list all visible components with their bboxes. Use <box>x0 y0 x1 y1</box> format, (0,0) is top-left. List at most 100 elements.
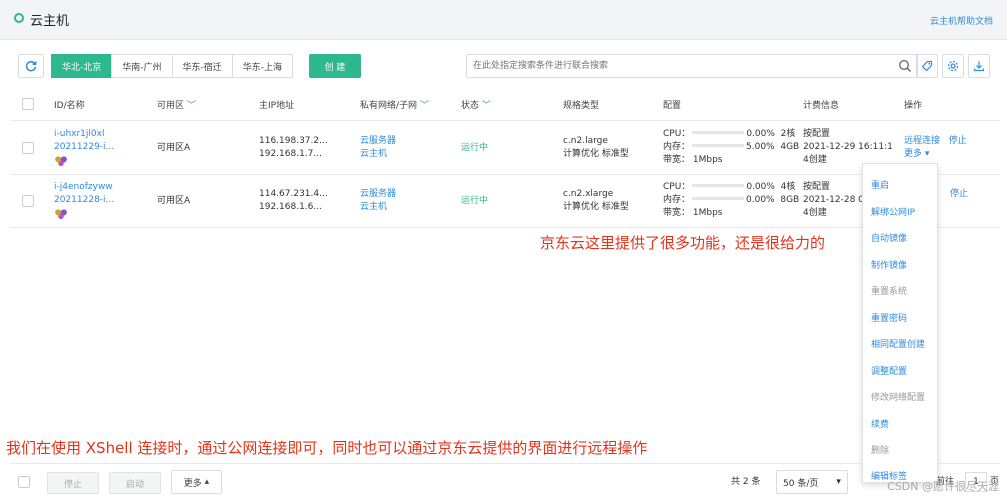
column-id-name: ID/名称 <box>54 101 85 111</box>
page-size-select[interactable]: 50 条/页 ▾ <box>776 470 848 494</box>
region-tab-guangzhou[interactable]: 华南-广州 <box>111 54 173 78</box>
settings-button[interactable] <box>942 54 964 78</box>
table-row: i-uhxr1jl0xl 20211229-i... 可用区A 116.198.… <box>10 122 1000 175</box>
create-button[interactable]: 创 建 <box>309 54 361 78</box>
zone-cell: 可用区A <box>157 143 191 153</box>
public-ip: 114.67.231.4... <box>259 189 328 199</box>
menu-item-create-image[interactable]: 制作镜像 <box>871 258 907 271</box>
filter-chevron-icon: ﹀ <box>419 101 429 111</box>
tag-button[interactable] <box>916 54 938 78</box>
search-input[interactable] <box>467 55 887 77</box>
search-icon[interactable] <box>898 59 912 73</box>
bulk-start-button[interactable]: 启动 <box>109 472 161 494</box>
instance-name-link[interactable]: 20211229-i... <box>54 141 114 154</box>
filter-chevron-icon: ﹀ <box>481 101 491 111</box>
tag-badge-icon <box>54 155 68 166</box>
tag-badge-icon <box>54 208 68 219</box>
download-icon <box>973 61 985 72</box>
download-button[interactable] <box>968 54 990 78</box>
watermark: CSDN @愿许很尽天涯 <box>887 480 999 493</box>
private-ip: 192.168.1.7... <box>259 149 322 159</box>
region-tabs: 华北-北京 华南-广州 华东-宿迁 华东-上海 <box>51 54 293 78</box>
column-zone[interactable]: 可用区 ﹀ <box>157 98 196 111</box>
instance-id-link[interactable]: i-uhxr1jl0xl <box>54 128 114 141</box>
table-row: i-j4enofzyww 20211228-i... 可用区A 114.67.2… <box>10 175 1000 228</box>
spec-type: c.n2.xlarge <box>563 189 614 199</box>
region-tab-shanghai[interactable]: 华东-上海 <box>231 54 293 78</box>
status-badge: 运行中 <box>461 196 489 206</box>
cpu-usage-bar <box>692 131 745 134</box>
menu-item-delete: 删除 <box>871 446 890 456</box>
column-vpc[interactable]: 私有网络/子网 ﹀ <box>360 98 429 111</box>
billing-cell: 按配置 2021-12-29 16:11:1 4创建 <box>803 129 893 165</box>
actions-cell: 停止 <box>950 188 968 201</box>
cloud-host-icon <box>14 13 24 23</box>
instance-id-link[interactable]: i-j4enofzyww <box>54 181 114 194</box>
subnet-link[interactable]: 云主机 <box>360 201 396 214</box>
stop-link[interactable]: 停止 <box>949 136 967 146</box>
spec-type: c.n2.large <box>563 136 608 146</box>
annotation-bottom: 我们在使用 XShell 连接时，通过公网连接即可，同时也可以通过京东云提供的界… <box>6 439 648 457</box>
instance-name-link[interactable]: 20211228-i... <box>54 194 114 207</box>
row-checkbox[interactable] <box>22 142 34 154</box>
spec-desc: 计算优化 标准型 <box>563 202 629 212</box>
billing-cell: 按配置 2021-12-28 09 4创建 <box>803 182 870 218</box>
subnet-link[interactable]: 云主机 <box>360 148 396 161</box>
public-ip: 116.198.37.2... <box>259 136 328 146</box>
refresh-button[interactable] <box>18 54 44 78</box>
config-cell: CPU： 0.00% 2核 内存： 5.00% 4GB 带宽： 1Mbps <box>663 129 800 165</box>
caret-up-icon: ▴ <box>204 477 210 487</box>
menu-item-auto-image[interactable]: 自动镜像 <box>871 231 907 244</box>
menu-item-unbind-ip[interactable]: 解绑公网IP <box>871 205 915 218</box>
total-count: 共 2 条 <box>731 477 761 487</box>
stop-link[interactable]: 停止 <box>950 188 968 201</box>
menu-item-reset-system: 重置系统 <box>871 287 908 297</box>
memory-usage-bar <box>692 144 745 147</box>
page-header: 云主机 云主机帮助文档 <box>0 0 1007 40</box>
zone-cell: 可用区A <box>157 196 191 206</box>
toolbar: 华北-北京 华南-广州 华东-宿迁 华东-上海 创 建 <box>10 47 1000 87</box>
private-ip: 192.168.1.6... <box>259 202 322 212</box>
table-header: ID/名称 可用区 ﹀ 主IP地址 私有网络/子网 ﹀ 状态 ﹀ 规格类型 配置… <box>10 87 1000 121</box>
gear-icon <box>947 60 959 72</box>
column-status[interactable]: 状态 ﹀ <box>461 98 491 111</box>
refresh-icon <box>25 60 37 72</box>
page-title: 云主机 <box>30 14 70 29</box>
bottom-bar: 停止 启动 更多 ▴ 共 2 条 50 条/页 ▾ 前往 1 页 <box>10 463 1000 500</box>
vpc-link[interactable]: 云服务器 <box>360 135 396 148</box>
region-tab-suqian[interactable]: 华东-宿迁 <box>171 54 233 78</box>
menu-item-resize[interactable]: 调整配置 <box>871 364 907 377</box>
help-doc-link[interactable]: 云主机帮助文档 <box>930 14 993 27</box>
menu-item-clone-config[interactable]: 相同配置创建 <box>871 337 925 350</box>
annotation-top: 京东云这里提供了很多功能，还是很给力的 <box>540 234 826 252</box>
column-config: 配置 <box>663 101 682 111</box>
filter-chevron-icon: ﹀ <box>186 101 196 111</box>
config-cell: CPU： 0.00% 4核 内存： 0.00% 8GB 带宽： 1Mbps <box>663 182 800 218</box>
row-checkbox[interactable] <box>22 195 34 207</box>
menu-item-reboot[interactable]: 重启 <box>871 178 889 191</box>
menu-item-reset-password[interactable]: 重置密码 <box>871 311 907 324</box>
bottom-select-all-checkbox[interactable] <box>18 476 30 488</box>
column-actions: 操作 <box>904 101 923 111</box>
region-tab-beijing[interactable]: 华北-北京 <box>51 54 113 78</box>
bulk-more-button[interactable]: 更多 ▴ <box>171 470 222 494</box>
memory-usage-bar <box>692 197 745 200</box>
column-ip: 主IP地址 <box>259 101 295 111</box>
select-all-checkbox[interactable] <box>22 98 34 110</box>
spec-desc: 计算优化 标准型 <box>563 149 629 159</box>
column-spec: 规格类型 <box>563 101 600 111</box>
tag-icon <box>921 60 933 72</box>
chevron-down-icon: ▾ <box>836 477 841 487</box>
bulk-stop-button[interactable]: 停止 <box>47 472 99 494</box>
menu-item-modify-network: 修改网络配置 <box>871 393 926 403</box>
actions-cell: 远程连接 停止 更多 ▾ <box>904 135 967 161</box>
cpu-usage-bar <box>692 184 745 187</box>
column-billing: 计费信息 <box>803 101 840 111</box>
vpc-link[interactable]: 云服务器 <box>360 188 396 201</box>
menu-item-renew[interactable]: 续费 <box>871 417 889 430</box>
more-actions-link[interactable]: 更多 ▾ <box>904 148 967 161</box>
more-actions-dropdown: 重启 解绑公网IP 自动镜像 制作镜像 重置系统 重置密码 相同配置创建 调整配… <box>862 163 938 483</box>
instance-table: ID/名称 可用区 ﹀ 主IP地址 私有网络/子网 ﹀ 状态 ﹀ 规格类型 配置… <box>10 87 1000 228</box>
remote-connect-link[interactable]: 远程连接 <box>904 136 940 146</box>
search-box <box>466 54 918 78</box>
